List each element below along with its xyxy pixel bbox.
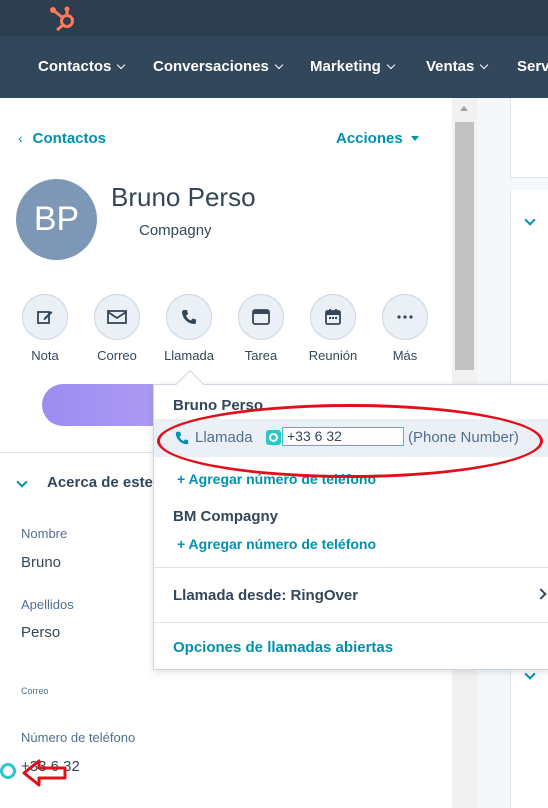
phone-label: Número de teléfono [21, 730, 136, 745]
company-section-title: BM Compagny [173, 508, 278, 525]
nav-ventas[interactable]: Ventas [426, 58, 489, 75]
ringover-icon[interactable] [266, 430, 281, 445]
email-action[interactable]: Correo [82, 294, 152, 363]
phone-type-label: (Phone Number) [408, 429, 519, 446]
nav-marketing[interactable]: Marketing [310, 58, 396, 75]
open-call-options-link[interactable]: Opciones de llamadas abiertas [173, 639, 393, 656]
phone-icon [175, 431, 189, 445]
more-icon [382, 294, 428, 340]
more-action[interactable]: Más [370, 294, 440, 363]
task-icon [238, 294, 284, 340]
chevron-right-icon[interactable] [535, 588, 547, 600]
phone-icon [166, 294, 212, 340]
company-name[interactable]: Compagny [139, 222, 212, 239]
mail-icon [94, 294, 140, 340]
call-label: Llamada [195, 429, 253, 446]
chevron-down-icon [480, 60, 489, 70]
chevron-down-icon [386, 60, 396, 70]
first-name-label: Nombre [21, 526, 68, 541]
last-name-value[interactable]: Perso [21, 624, 60, 641]
note-icon [22, 294, 68, 340]
hubspot-logo-icon[interactable] [48, 6, 76, 32]
chevron-left-icon: ‹ [18, 130, 23, 146]
actions-dropdown[interactable]: Acciones [336, 130, 419, 147]
red-arrow-annotation-icon [22, 759, 67, 787]
top-bar [0, 0, 548, 36]
task-action[interactable]: Tarea [226, 294, 296, 363]
phone-number-field[interactable]: +33 6 32 [282, 427, 404, 446]
call-from-option[interactable]: Llamada desde: RingOver [173, 587, 358, 604]
avatar: BP [16, 179, 97, 260]
email-label: Correo [21, 686, 49, 696]
contact-name: Bruno Perso [111, 182, 256, 212]
call-action[interactable]: Llamada [154, 294, 224, 363]
last-name-label: Apellidos [21, 597, 74, 612]
contact-section-title: Bruno Perso [173, 397, 264, 414]
nav-contactos[interactable]: Contactos [38, 58, 126, 75]
call-option-row[interactable]: Llamada +33 6 32 (Phone Number) [154, 419, 548, 457]
scrollbar-thumb[interactable] [455, 122, 474, 370]
calendar-icon [310, 294, 356, 340]
about-section-title[interactable]: Acerca de este contacto [47, 474, 157, 491]
chevron-down-icon[interactable] [16, 476, 28, 488]
nav-conversaciones[interactable]: Conversaciones [153, 58, 284, 75]
main-nav: Contactos Conversaciones Marketing Venta… [0, 36, 548, 98]
chevron-down-icon [274, 60, 284, 70]
nav-servicio[interactable]: Serv [517, 58, 548, 75]
divider [154, 567, 548, 568]
add-phone-link[interactable]: + Agregar número de teléfono [177, 471, 376, 487]
call-popup: Bruno Perso Llamada +33 6 32 (Phone Numb… [153, 384, 548, 670]
scroll-up-arrow-icon[interactable] [460, 106, 468, 111]
divider [154, 622, 548, 623]
add-company-phone-link[interactable]: + Agregar número de teléfono [177, 536, 376, 552]
note-action[interactable]: Nota [10, 294, 80, 363]
ringover-icon[interactable] [0, 763, 16, 779]
meeting-action[interactable]: Reunión [298, 294, 368, 363]
caret-down-icon [410, 136, 419, 141]
back-to-contacts-link[interactable]: ‹ Contactos [18, 130, 106, 147]
chevron-down-icon [117, 60, 126, 70]
right-card [510, 98, 548, 178]
first-name-value[interactable]: Bruno [21, 554, 61, 571]
